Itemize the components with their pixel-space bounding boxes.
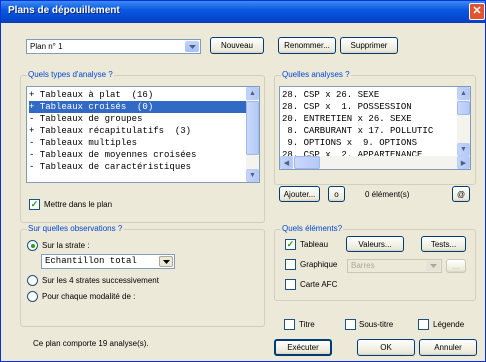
delete-plan-button[interactable]: Supprimer	[340, 37, 398, 54]
title-option-label: Titre	[299, 320, 315, 329]
ok-button[interactable]: OK	[357, 339, 415, 356]
graphique-label: Graphique	[300, 260, 338, 269]
chevron-down-icon[interactable]	[159, 256, 173, 267]
analysis-types-group: Quels types d'analyse ? + Tableaux à pla…	[20, 70, 265, 223]
strata-radio[interactable]	[27, 240, 38, 251]
list-item[interactable]: - Tableaux multiples	[29, 137, 247, 149]
add-analysis-button[interactable]: Ajouter...	[279, 186, 320, 202]
rename-plan-button[interactable]: Renommer...	[278, 37, 336, 54]
strata-select[interactable]: Echantillon total	[41, 254, 175, 269]
analyses-group: Quelles analyses ? 28. CSP x 26. SEXE 28…	[274, 70, 476, 185]
plan-select[interactable]: Plan n° 1	[26, 39, 201, 54]
list-item[interactable]: - Tableaux de groupes	[29, 113, 247, 125]
scroll-thumb[interactable]	[457, 101, 470, 115]
list-item[interactable]: + Tableaux à plat (16)	[29, 89, 247, 101]
list-item-selected[interactable]: + Tableaux croisés (0)	[29, 101, 247, 113]
cancel-button[interactable]: Annuler	[419, 339, 477, 356]
list-item[interactable]: 28. CSP x 26. SEXE	[282, 89, 379, 101]
strata-radio-label: Sur la strate :	[42, 241, 90, 250]
subtitle-checkbox[interactable]	[345, 319, 356, 330]
plan-select-value: Plan n° 1	[30, 42, 63, 51]
plan-status-text: Ce plan comporte 19 analyse(s).	[33, 339, 149, 348]
list-item[interactable]: 9. OPTIONS x 9. OPTIONS	[282, 137, 417, 149]
graph-type-value: Barres	[351, 261, 375, 270]
list-item[interactable]: - Tableaux de moyennes croisées	[29, 149, 247, 161]
dialog-window: Plans de dépouillement ✕ Plan n° 1 Nouve…	[0, 0, 486, 362]
analyses-list[interactable]: 28. CSP x 26. SEXE 28. CSP x 1. POSSESSI…	[279, 86, 471, 170]
scroll-up-icon[interactable]: ▲	[457, 87, 470, 100]
observations-group-label: Sur quelles observations ?	[27, 224, 124, 233]
types-vertical-scrollbar[interactable]: ▲ ▼	[246, 87, 259, 182]
elements-group: Quels éléments? ✓ Tableau Valeurs... Tes…	[274, 224, 476, 301]
graph-type-select[interactable]: Barres	[347, 259, 442, 273]
list-item[interactable]: 8. CARBURANT x 17. POLLUTIC	[282, 125, 433, 137]
graph-options-button[interactable]: ...	[446, 259, 466, 273]
successive-strata-radio[interactable]	[27, 275, 38, 286]
afc-map-label: Carte AFC	[300, 280, 338, 289]
each-modality-label: Pour chaque modalité de :	[42, 292, 136, 301]
tableau-checkbox[interactable]: ✓	[285, 239, 296, 250]
scroll-up-icon[interactable]: ▲	[246, 87, 259, 100]
tableau-label: Tableau	[300, 240, 329, 249]
elements-group-label: Quels éléments?	[281, 224, 344, 233]
scroll-down-icon[interactable]: ▼	[457, 143, 470, 156]
add-to-plan-checkbox[interactable]: ✓	[29, 199, 40, 210]
at-button[interactable]: @	[452, 186, 470, 202]
title-checkbox[interactable]	[284, 319, 295, 330]
subtitle-option-label: Sous-titre	[359, 320, 394, 329]
values-button[interactable]: Valeurs...	[346, 236, 404, 252]
list-item[interactable]: + Tableaux récapitulatifs (3)	[29, 125, 247, 137]
o-button[interactable]: o	[328, 186, 345, 202]
afc-map-checkbox[interactable]	[285, 279, 296, 290]
window-title: Plans de dépouillement	[8, 5, 120, 16]
title-bar[interactable]: Plans de dépouillement ✕	[1, 1, 485, 23]
analyses-horizontal-scrollbar[interactable]: ◀ ▶	[280, 156, 470, 169]
legend-option-label: Légende	[433, 320, 465, 329]
observations-group: Sur quelles observations ? Sur la strate…	[20, 224, 265, 327]
scroll-down-icon[interactable]: ▼	[246, 169, 259, 182]
each-modality-radio[interactable]	[27, 291, 38, 302]
scroll-left-icon[interactable]: ◀	[280, 156, 293, 169]
list-item[interactable]: 20. ENTRETIEN x 26. SEXE	[282, 113, 412, 125]
new-plan-button[interactable]: Nouveau	[210, 37, 264, 54]
analysis-types-group-label: Quels types d'analyse ?	[27, 70, 114, 79]
successive-strata-label: Sur les 4 strates successivement	[42, 276, 159, 285]
close-button[interactable]: ✕	[469, 3, 485, 20]
element-count: 0 élément(s)	[365, 190, 410, 199]
execute-button[interactable]: Exécuter	[274, 339, 332, 356]
analyses-vertical-scrollbar[interactable]: ▲ ▼	[457, 87, 470, 156]
strata-select-value: Echantillon total	[45, 256, 137, 266]
analyses-group-label: Quelles analyses ?	[281, 70, 351, 79]
graphique-checkbox[interactable]	[285, 259, 296, 270]
legend-checkbox[interactable]	[418, 319, 429, 330]
tests-button[interactable]: Tests...	[421, 236, 466, 252]
add-to-plan-label: Mettre dans le plan	[44, 200, 113, 209]
chevron-down-icon[interactable]	[185, 41, 199, 52]
scroll-thumb[interactable]	[246, 101, 259, 155]
analysis-types-list[interactable]: + Tableaux à plat (16) + Tableaux croisé…	[26, 86, 260, 183]
scroll-right-icon[interactable]: ▶	[457, 156, 470, 169]
scroll-thumb[interactable]	[294, 156, 320, 169]
list-item[interactable]: - Tableaux de caractéristiques	[29, 161, 247, 173]
list-item[interactable]: 28. CSP x 1. POSSESSION	[282, 101, 412, 113]
chevron-down-icon[interactable]	[426, 261, 440, 271]
